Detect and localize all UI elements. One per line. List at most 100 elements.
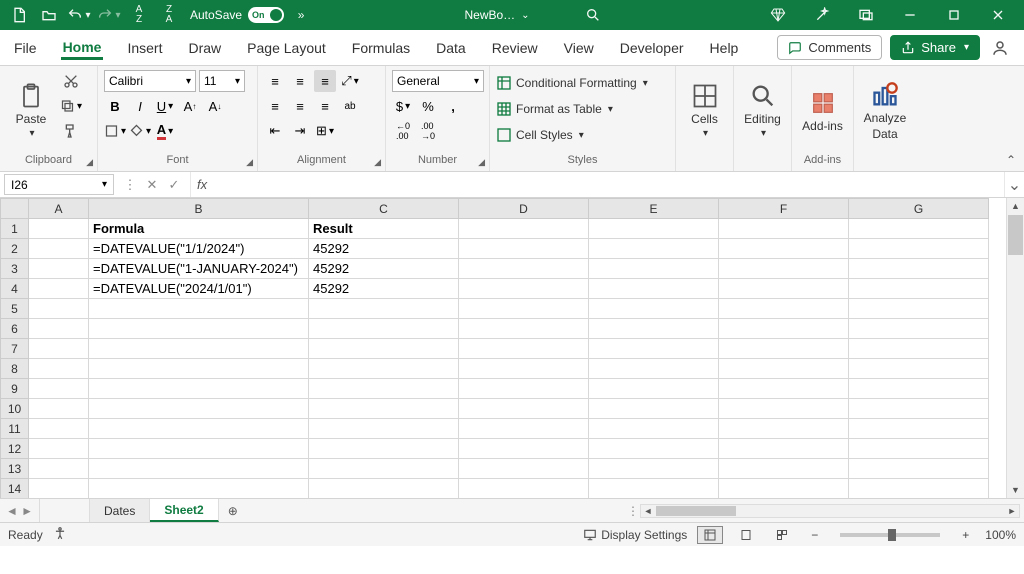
cell-styles-button[interactable]: Cell Styles▾ [496, 124, 669, 146]
cell-F8[interactable] [719, 359, 849, 379]
cell-F5[interactable] [719, 299, 849, 319]
cell-B8[interactable] [89, 359, 309, 379]
cell-F9[interactable] [719, 379, 849, 399]
row-header-11[interactable]: 11 [1, 419, 29, 439]
tab-view[interactable]: View [562, 36, 596, 60]
cell-B2[interactable]: =DATEVALUE("1/1/2024") [89, 239, 309, 259]
fx-icon[interactable]: fx [191, 172, 213, 197]
cell-A12[interactable] [29, 439, 89, 459]
format-painter-button[interactable] [60, 120, 82, 142]
col-header-C[interactable]: C [309, 199, 459, 219]
cut-button[interactable] [60, 70, 82, 92]
cell-B13[interactable] [89, 459, 309, 479]
tab-data[interactable]: Data [434, 36, 468, 60]
align-center-button[interactable]: ≡ [289, 95, 311, 117]
comments-button[interactable]: Comments [777, 35, 882, 60]
collapse-ribbon-button[interactable]: ⌃ [1006, 153, 1016, 167]
row-header-14[interactable]: 14 [1, 479, 29, 499]
cell-F2[interactable] [719, 239, 849, 259]
cell-B4[interactable]: =DATEVALUE("2024/1/01") [89, 279, 309, 299]
cell-F11[interactable] [719, 419, 849, 439]
decrease-font-button[interactable]: A↓ [204, 95, 226, 117]
share-button[interactable]: Share ▾ [890, 35, 980, 60]
font-size-combo[interactable]: 11▾ [199, 70, 245, 92]
cells-button[interactable]: Cells▾ [682, 70, 727, 151]
zoom-slider[interactable] [840, 533, 940, 537]
cell-F14[interactable] [719, 479, 849, 499]
underline-button[interactable]: U▾ [154, 95, 176, 117]
currency-button[interactable]: $▾ [392, 95, 414, 117]
border-button[interactable]: ▾ [104, 120, 126, 142]
font-color-button[interactable]: A▾ [154, 120, 176, 142]
orientation-button[interactable]: ⤢▾ [339, 70, 361, 92]
cell-C8[interactable] [309, 359, 459, 379]
number-format-combo[interactable]: General▾ [392, 70, 484, 92]
cell-B11[interactable] [89, 419, 309, 439]
cell-D14[interactable] [459, 479, 589, 499]
bold-button[interactable]: B [104, 95, 126, 117]
cell-B12[interactable] [89, 439, 309, 459]
wrap-text-button[interactable]: ab [339, 95, 361, 117]
cell-A2[interactable] [29, 239, 89, 259]
row-header-4[interactable]: 4 [1, 279, 29, 299]
cell-B7[interactable] [89, 339, 309, 359]
cell-D5[interactable] [459, 299, 589, 319]
editing-button[interactable]: Editing▾ [740, 70, 785, 151]
cell-G12[interactable] [849, 439, 989, 459]
cell-E14[interactable] [589, 479, 719, 499]
cell-C6[interactable] [309, 319, 459, 339]
cell-F13[interactable] [719, 459, 849, 479]
paste-button[interactable]: Paste ▾ [6, 70, 56, 151]
cell-G6[interactable] [849, 319, 989, 339]
cell-C1[interactable]: Result [309, 219, 459, 239]
cell-G14[interactable] [849, 479, 989, 499]
cell-D12[interactable] [459, 439, 589, 459]
align-top-button[interactable]: ≡ [264, 70, 286, 92]
zoom-level[interactable]: 100% [985, 528, 1016, 542]
cell-F10[interactable] [719, 399, 849, 419]
col-header-A[interactable]: A [29, 199, 89, 219]
cell-A13[interactable] [29, 459, 89, 479]
row-header-2[interactable]: 2 [1, 239, 29, 259]
zoom-in-button[interactable]: + [956, 528, 975, 542]
tab-help[interactable]: Help [708, 36, 741, 60]
row-header-7[interactable]: 7 [1, 339, 29, 359]
add-sheet-button[interactable]: ⊕ [219, 499, 247, 522]
cell-A11[interactable] [29, 419, 89, 439]
cell-B9[interactable] [89, 379, 309, 399]
increase-decimal-button[interactable]: ←0.00 [392, 120, 414, 142]
document-name[interactable]: NewBo… ⌄ [464, 8, 529, 22]
cell-A10[interactable] [29, 399, 89, 419]
page-break-view-button[interactable] [769, 526, 795, 544]
cell-D9[interactable] [459, 379, 589, 399]
sort-asc-icon[interactable]: AZ [126, 0, 152, 30]
accessibility-icon[interactable] [53, 526, 67, 543]
cell-G10[interactable] [849, 399, 989, 419]
wand-icon[interactable] [800, 0, 844, 30]
cell-C14[interactable] [309, 479, 459, 499]
cell-C9[interactable] [309, 379, 459, 399]
normal-view-button[interactable] [697, 526, 723, 544]
align-left-button[interactable]: ≡ [264, 95, 286, 117]
window-switch-icon[interactable] [844, 0, 888, 30]
increase-font-button[interactable]: A↑ [179, 95, 201, 117]
qat-overflow[interactable]: » [288, 0, 314, 30]
cell-D13[interactable] [459, 459, 589, 479]
cell-G9[interactable] [849, 379, 989, 399]
cell-A6[interactable] [29, 319, 89, 339]
align-middle-button[interactable]: ≡ [289, 70, 311, 92]
cell-C5[interactable] [309, 299, 459, 319]
tab-developer[interactable]: Developer [618, 36, 686, 60]
cell-C10[interactable] [309, 399, 459, 419]
tab-review[interactable]: Review [490, 36, 540, 60]
clipboard-dialog-launcher[interactable]: ◢ [86, 157, 93, 168]
cell-D10[interactable] [459, 399, 589, 419]
cell-F6[interactable] [719, 319, 849, 339]
cell-F1[interactable] [719, 219, 849, 239]
col-header-B[interactable]: B [89, 199, 309, 219]
autosave-toggle[interactable]: AutoSave On [190, 7, 284, 23]
cell-G5[interactable] [849, 299, 989, 319]
tab-formulas[interactable]: Formulas [350, 36, 412, 60]
minimize-button[interactable] [888, 0, 932, 30]
diamond-icon[interactable] [756, 0, 800, 30]
